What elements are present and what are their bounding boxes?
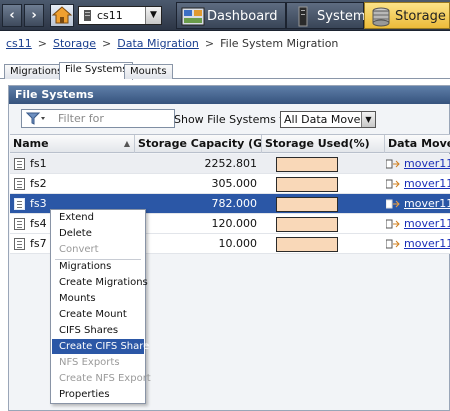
column-header-storage-used[interactable]: Storage Used(%) — [262, 135, 385, 153]
menu-item-extend[interactable]: Extend — [52, 210, 144, 225]
dashboard-icon — [181, 7, 205, 26]
row-capacity: 782.000 — [211, 197, 258, 210]
tab-mounts[interactable]: Mounts — [124, 64, 173, 79]
column-header-data-movers[interactable]: Data Movers — [385, 135, 450, 153]
tab-storage[interactable]: Storage — [364, 2, 450, 29]
system-icon — [84, 10, 91, 21]
data-mover-icon — [386, 219, 400, 229]
home-button[interactable] — [50, 4, 74, 27]
breadcrumb-link-cs11[interactable]: cs11 — [6, 37, 32, 50]
data-mover-icon — [386, 239, 400, 249]
context-menu: Extend Delete Convert Migrations Create … — [50, 209, 151, 404]
storage-used-bar — [276, 217, 338, 232]
breadcrumb-current: File System Migration — [220, 37, 339, 50]
row-name: fs3 — [30, 197, 47, 210]
file-system-icon — [14, 218, 25, 230]
menu-item-create-mount[interactable]: Create Mount — [52, 307, 144, 322]
row-name: fs1 — [30, 157, 47, 170]
grid-header: Name ▲ Storage Capacity (GB) Storage Used… — [10, 134, 450, 153]
storage-used-bar — [276, 237, 338, 252]
tab-storage-label: Storage — [395, 9, 446, 24]
menu-item-create-migrations[interactable]: Create Migrations — [52, 275, 148, 290]
tab-file-systems[interactable]: File Systems — [59, 62, 134, 80]
data-mover-link[interactable]: mover110 — [404, 154, 450, 174]
breadcrumb: cs11 > Storage > Data Migration > File System … — [6, 37, 338, 50]
column-header-name[interactable]: Name ▲ — [10, 135, 135, 153]
breadcrumb-separator: > — [37, 37, 47, 50]
menu-item-delete[interactable]: Delete — [52, 226, 144, 241]
table-row[interactable]: fs2 305.000 mover110 — [10, 174, 450, 194]
filter-input[interactable]: Filter for — [21, 109, 175, 128]
home-icon — [51, 6, 73, 24]
menu-item-migrations[interactable]: Migrations — [52, 259, 144, 274]
subtab-bar: Migrations File Systems Mounts — [0, 62, 450, 80]
row-capacity: 10.000 — [218, 237, 258, 250]
system-select[interactable]: cs11 ▼ — [78, 6, 162, 25]
row-name: fs7 — [30, 237, 47, 250]
chevron-down-icon[interactable]: ▼ — [145, 7, 161, 24]
menu-item-mounts[interactable]: Mounts — [52, 291, 144, 306]
data-mover-link[interactable]: mover110 — [404, 234, 450, 254]
column-header-name-label: Name — [13, 137, 49, 150]
menu-item-nfs-exports: NFS Exports — [59, 357, 120, 368]
row-name: fs2 — [30, 177, 47, 190]
data-mover-icon — [386, 179, 400, 189]
row-capacity: 305.000 — [211, 177, 258, 190]
tab-dashboard-label: Dashboard — [207, 9, 278, 24]
tab-dashboard[interactable]: Dashboard — [176, 2, 286, 29]
back-button[interactable]: ‹ — [2, 4, 22, 27]
data-mover-select-value: All Data Movers — [284, 113, 371, 126]
data-mover-icon — [386, 159, 400, 169]
storage-used-bar — [276, 197, 338, 212]
row-capacity: 120.000 — [211, 217, 258, 230]
table-row[interactable]: fs1 2252.801 mover110 — [10, 154, 450, 174]
breadcrumb-separator: > — [204, 37, 215, 50]
system-icon — [298, 6, 308, 27]
menu-item-create-cifs-share[interactable]: Create CIFS Share — [52, 339, 149, 354]
filter-icon — [26, 112, 45, 125]
column-header-capacity[interactable]: Storage Capacity (GB) — [135, 135, 262, 153]
top-navigation-bar: ‹ › cs11 ▼ Dashboard System Storage — [0, 0, 450, 31]
file-system-icon — [14, 158, 25, 170]
breadcrumb-link-storage[interactable]: Storage — [53, 37, 96, 50]
data-mover-link[interactable]: mover110 — [404, 174, 450, 194]
system-select-value: cs11 — [97, 9, 123, 22]
chevron-right-icon: › — [31, 8, 37, 23]
show-file-systems-label: Show File Systems for — [174, 113, 295, 126]
menu-item-cifs-shares[interactable]: CIFS Shares — [52, 323, 144, 338]
data-mover-link[interactable]: mover110 — [404, 194, 450, 214]
data-mover-select[interactable]: All Data Movers ▼ — [280, 111, 376, 128]
breadcrumb-separator: > — [102, 37, 112, 50]
tab-system[interactable]: System — [286, 2, 366, 29]
menu-item-convert: Convert — [59, 244, 99, 255]
chevron-down-icon[interactable]: ▼ — [361, 112, 375, 127]
data-mover-icon — [386, 199, 400, 209]
filter-placeholder: Filter for — [58, 112, 104, 125]
forward-button[interactable]: › — [24, 4, 44, 27]
breadcrumb-link-data-migration[interactable]: Data Migration — [117, 37, 199, 50]
storage-used-bar — [276, 177, 338, 192]
file-system-icon — [14, 178, 25, 190]
chevron-left-icon: ‹ — [9, 8, 15, 23]
row-capacity: 2252.801 — [204, 157, 258, 170]
menu-item-properties[interactable]: Properties — [52, 387, 144, 402]
row-name: fs4 — [30, 217, 47, 230]
data-mover-link[interactable]: mover110 — [404, 214, 450, 234]
sort-ascending-icon: ▲ — [123, 139, 130, 148]
storage-used-bar — [276, 157, 338, 172]
file-system-icon — [14, 238, 25, 250]
file-system-icon — [14, 198, 25, 210]
storage-icon — [372, 7, 390, 27]
tab-system-label: System — [317, 9, 366, 24]
panel-title: File Systems — [9, 86, 450, 104]
menu-item-create-nfs-export: Create NFS Export — [59, 373, 151, 384]
